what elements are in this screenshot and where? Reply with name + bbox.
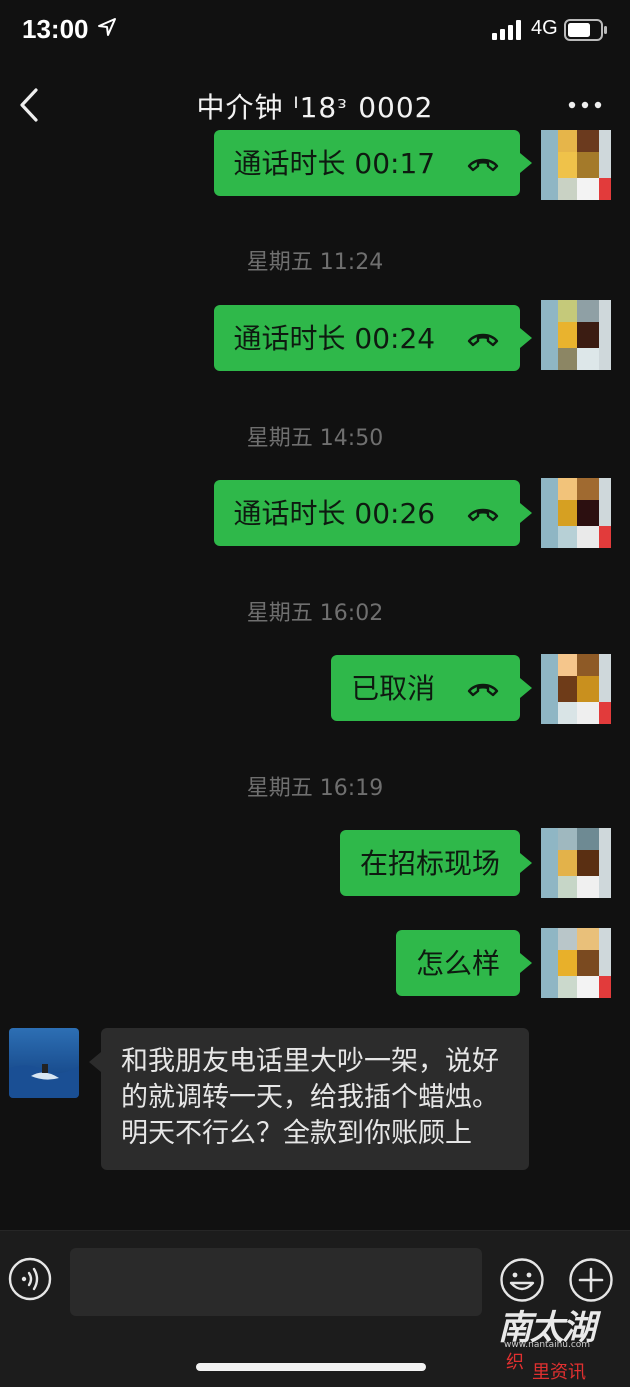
message-text: 和我朋友电话里大吵一架，说好的就调转一天，给我插个蜡烛。明天不行么？全款到你账顾… <box>121 1046 499 1149</box>
watermark-sub: 里资讯 <box>532 1362 586 1383</box>
timestamp: 星期五 14:50 <box>246 426 384 451</box>
chat-title: 中介钟 ᴵ18ᵌ 0002 <box>196 91 434 124</box>
watermark-sub: 织 <box>506 1352 524 1373</box>
avatar-contact[interactable] <box>9 1028 79 1098</box>
avatar-me[interactable] <box>541 300 611 370</box>
avatar-me[interactable] <box>541 478 611 548</box>
avatar-me[interactable] <box>541 654 611 724</box>
message-bubble-incoming[interactable]: 和我朋友电话里大吵一架，说好的就调转一天，给我插个蜡烛。明天不行么？全款到你账顾… <box>89 1028 529 1170</box>
timestamp: 星期五 16:02 <box>246 601 384 626</box>
signal-icon <box>492 20 521 40</box>
avatar-me[interactable] <box>541 828 611 898</box>
voice-icon[interactable] <box>8 1257 52 1301</box>
message-call-bubble[interactable]: 通话时长 00:24 <box>213 305 532 371</box>
message-text: 已取消 <box>351 672 436 705</box>
message-call-bubble[interactable]: 通话时长 00:17 <box>213 130 532 196</box>
timestamp: 星期五 16:19 <box>246 776 384 801</box>
avatar-me[interactable] <box>541 130 611 200</box>
timestamp: 星期五 11:24 <box>246 250 384 275</box>
watermark: 南太湖 www.nantaihu.com 织 里资讯 <box>484 1296 630 1386</box>
message-input[interactable] <box>70 1248 482 1316</box>
network-label: 4G <box>531 17 558 39</box>
phone-hangup-icon <box>467 333 499 347</box>
message-text: 通话时长 00:24 <box>233 322 436 355</box>
message-call-bubble[interactable]: 已取消 <box>331 655 532 721</box>
message-text: 怎么样 <box>415 947 500 980</box>
message-text: 通话时长 00:26 <box>233 497 436 530</box>
message-call-bubble[interactable]: 通话时长 00:26 <box>213 480 532 546</box>
status-bar: 13:00 4G <box>0 0 630 60</box>
battery-icon <box>564 19 607 41</box>
message-bubble[interactable]: 在招标现场 <box>339 830 533 896</box>
message-text: 通话时长 00:17 <box>233 147 436 180</box>
status-time: 13:00 <box>22 14 89 44</box>
home-indicator[interactable] <box>196 1363 426 1371</box>
message-text: 在招标现场 <box>359 847 500 880</box>
more-options-icon[interactable] <box>560 88 610 122</box>
phone-hangup-icon <box>467 683 499 697</box>
phone-hangup-icon <box>467 508 499 522</box>
location-arrow-icon <box>98 18 116 36</box>
message-bubble[interactable]: 怎么样 <box>395 930 533 996</box>
avatar-me[interactable] <box>541 928 611 998</box>
phone-hangup-icon <box>467 158 499 172</box>
